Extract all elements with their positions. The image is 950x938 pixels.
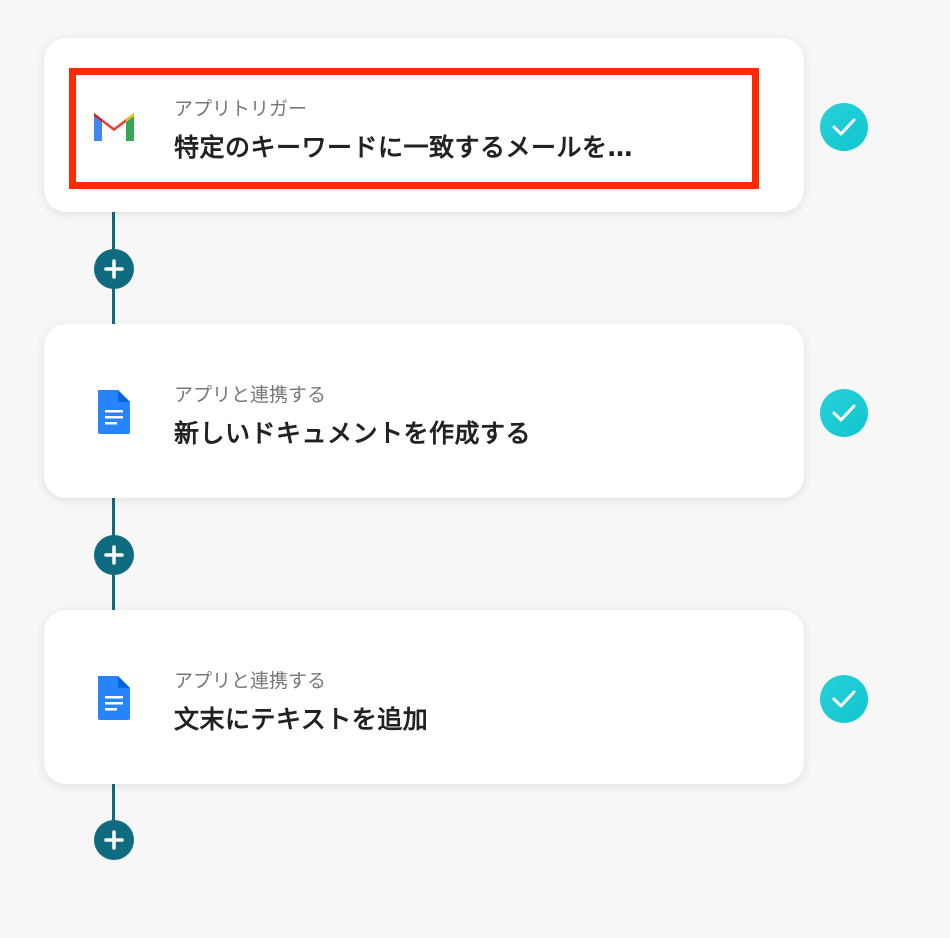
step-title: 特定のキーワードに一致するメールを…: [174, 133, 634, 162]
add-step-button[interactable]: [94, 535, 134, 575]
gmail-icon: [90, 102, 138, 150]
step-title: 文末にテキストを追加: [174, 705, 429, 734]
completed-check-icon: [820, 103, 868, 151]
completed-check-icon: [820, 675, 868, 723]
step-type-label: アプリトリガー: [174, 98, 308, 120]
google-docs-icon: [90, 674, 138, 722]
flow-step-card[interactable]: アプリトリガー 特定のキーワードに一致するメールを…: [44, 38, 804, 212]
add-step-button[interactable]: [94, 249, 134, 289]
step-type-label: アプリと連携する: [174, 670, 327, 692]
add-step-button[interactable]: [94, 820, 134, 860]
google-docs-icon: [90, 388, 138, 436]
step-type-label: アプリと連携する: [174, 384, 327, 406]
flow-connector: [112, 784, 115, 824]
flow-step-card[interactable]: アプリと連携する 新しいドキュメントを作成する: [44, 324, 804, 498]
completed-check-icon: [820, 389, 868, 437]
flow-step-card[interactable]: アプリと連携する 文末にテキストを追加: [44, 610, 804, 784]
step-title: 新しいドキュメントを作成する: [174, 419, 532, 448]
